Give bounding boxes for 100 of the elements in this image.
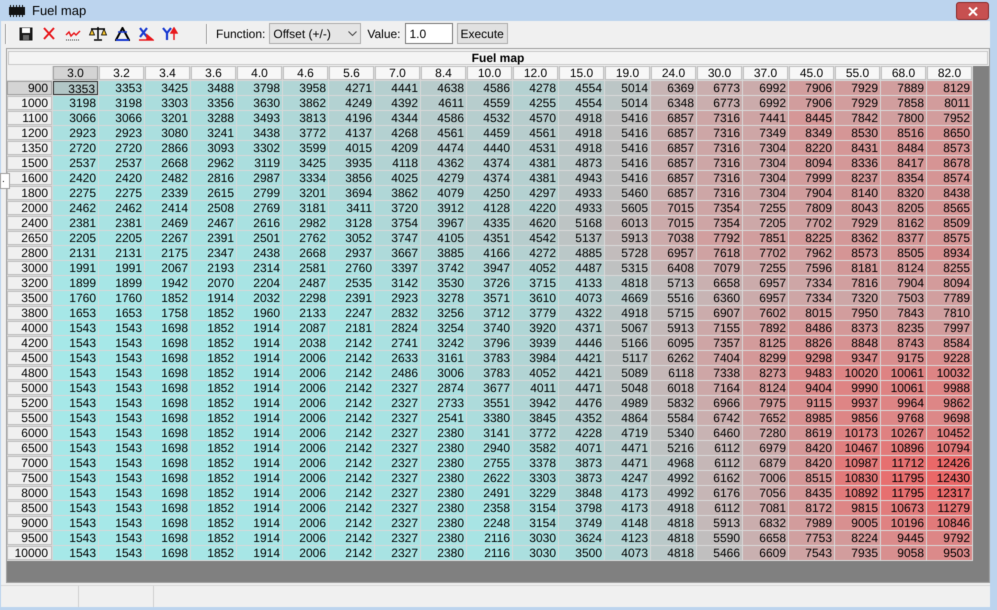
table-cell[interactable]: 8124 [743, 381, 788, 395]
table-cell[interactable]: 2327 [375, 531, 420, 545]
table-cell[interactable]: 7842 [835, 111, 880, 125]
table-cell[interactable]: 2616 [237, 216, 282, 230]
table-cell[interactable]: 2874 [421, 381, 466, 395]
row-header[interactable]: 3000 [7, 261, 52, 275]
table-cell[interactable]: 1914 [237, 546, 282, 560]
table-cell[interactable]: 3254 [421, 321, 466, 335]
table-cell[interactable]: 6773 [697, 96, 742, 110]
table-cell[interactable]: 7952 [927, 111, 972, 125]
table-cell[interactable]: 2327 [375, 456, 420, 470]
table-cell[interactable]: 4148 [605, 516, 650, 530]
table-cell[interactable]: 1914 [237, 486, 282, 500]
table-cell[interactable]: 7789 [927, 291, 972, 305]
table-cell[interactable]: 8565 [927, 201, 972, 215]
table-cell[interactable]: 5416 [605, 126, 650, 140]
table-cell[interactable]: 2741 [375, 336, 420, 350]
table-cell[interactable]: 1758 [145, 306, 190, 320]
table-cell[interactable]: 4351 [467, 231, 512, 245]
table-cell[interactable]: 2142 [329, 486, 374, 500]
table-cell[interactable]: 2720 [53, 141, 98, 155]
table-cell[interactable]: 4531 [513, 141, 558, 155]
table-cell[interactable]: 5466 [697, 546, 742, 560]
table-cell[interactable]: 3052 [329, 231, 374, 245]
table-cell[interactable]: 4620 [513, 216, 558, 230]
table-cell[interactable]: 2142 [329, 366, 374, 380]
table-cell[interactable]: 2420 [53, 171, 98, 185]
table-cell[interactable]: 8509 [927, 216, 972, 230]
table-cell[interactable]: 2327 [375, 411, 420, 425]
column-header[interactable]: 4.6 [283, 66, 328, 80]
table-cell[interactable]: 6966 [697, 396, 742, 410]
table-cell[interactable]: 3530 [421, 276, 466, 290]
table-cell[interactable]: 6879 [743, 456, 788, 470]
table-cell[interactable]: 5315 [605, 261, 650, 275]
table-cell[interactable]: 2142 [329, 456, 374, 470]
table-cell[interactable]: 3798 [559, 501, 604, 515]
table-cell[interactable]: 6992 [743, 96, 788, 110]
table-cell[interactable]: 4015 [329, 141, 374, 155]
table-cell[interactable]: 2142 [329, 411, 374, 425]
table-cell[interactable]: 1543 [99, 501, 144, 515]
table-cell[interactable]: 7304 [743, 141, 788, 155]
table-cell[interactable]: 7810 [927, 306, 972, 320]
table-cell[interactable]: 6369 [651, 81, 696, 95]
table-cell[interactable]: 1899 [99, 276, 144, 290]
table-cell[interactable]: 4487 [559, 261, 604, 275]
table-cell[interactable]: 2501 [237, 231, 282, 245]
row-header[interactable]: 1500 [7, 156, 52, 170]
table-cell[interactable]: 4421 [559, 351, 604, 365]
table-cell[interactable]: 2006 [283, 411, 328, 425]
table-cell[interactable]: 2339 [145, 186, 190, 200]
table-cell[interactable]: 1543 [99, 546, 144, 560]
table-cell[interactable]: 6112 [697, 456, 742, 470]
function-dropdown[interactable]: Offset (+/-) [269, 23, 362, 44]
table-cell[interactable]: 1852 [191, 426, 236, 440]
table-cell[interactable]: 7950 [835, 306, 880, 320]
table-cell[interactable]: 4818 [651, 516, 696, 530]
table-cell[interactable]: 9988 [927, 381, 972, 395]
table-cell[interactable]: 1698 [145, 366, 190, 380]
table-cell[interactable]: 1852 [191, 411, 236, 425]
table-cell[interactable]: 8237 [835, 171, 880, 185]
table-cell[interactable]: 5416 [605, 111, 650, 125]
table-cell[interactable]: 7906 [789, 96, 834, 110]
table-cell[interactable]: 2142 [329, 516, 374, 530]
table-cell[interactable]: 2327 [375, 396, 420, 410]
table-cell[interactable]: 2380 [421, 471, 466, 485]
table-cell[interactable]: 2462 [53, 201, 98, 215]
table-cell[interactable]: 4554 [559, 81, 604, 95]
table-cell[interactable]: 4255 [513, 96, 558, 110]
table-cell[interactable]: 9862 [927, 396, 972, 410]
table-cell[interactable]: 7404 [697, 351, 742, 365]
table-cell[interactable]: 2358 [467, 501, 512, 515]
table-cell[interactable]: 3939 [513, 336, 558, 350]
column-header[interactable]: 3.4 [145, 66, 190, 80]
table-cell[interactable]: 2116 [467, 531, 512, 545]
table-cell[interactable]: 2535 [329, 276, 374, 290]
table-cell[interactable]: 1914 [237, 336, 282, 350]
table-cell[interactable]: 7349 [743, 126, 788, 140]
table-cell[interactable]: 2006 [283, 546, 328, 560]
table-cell[interactable]: 7316 [697, 186, 742, 200]
table-cell[interactable]: 3920 [513, 321, 558, 335]
table-cell[interactable]: 8484 [881, 141, 926, 155]
row-header[interactable]: 3800 [7, 306, 52, 320]
table-cell[interactable]: 12317 [927, 486, 972, 500]
table-cell[interactable]: 1852 [191, 336, 236, 350]
table-cell[interactable]: 5014 [605, 96, 650, 110]
table-cell[interactable]: 3885 [421, 246, 466, 260]
table-cell[interactable]: 5715 [651, 306, 696, 320]
x-axis-icon[interactable] [138, 26, 154, 40]
table-cell[interactable]: 2491 [467, 486, 512, 500]
table-cell[interactable]: 4272 [513, 246, 558, 260]
table-cell[interactable]: 1698 [145, 501, 190, 515]
table-cell[interactable]: 1543 [99, 366, 144, 380]
table-cell[interactable]: 4123 [605, 531, 650, 545]
table-cell[interactable]: 6857 [651, 171, 696, 185]
table-cell[interactable]: 1543 [53, 351, 98, 365]
table-cell[interactable]: 3198 [53, 96, 98, 110]
table-cell[interactable]: 1852 [191, 321, 236, 335]
table-cell[interactable]: 3715 [513, 276, 558, 290]
table-cell[interactable]: 2204 [237, 276, 282, 290]
table-cell[interactable]: 8985 [789, 411, 834, 425]
